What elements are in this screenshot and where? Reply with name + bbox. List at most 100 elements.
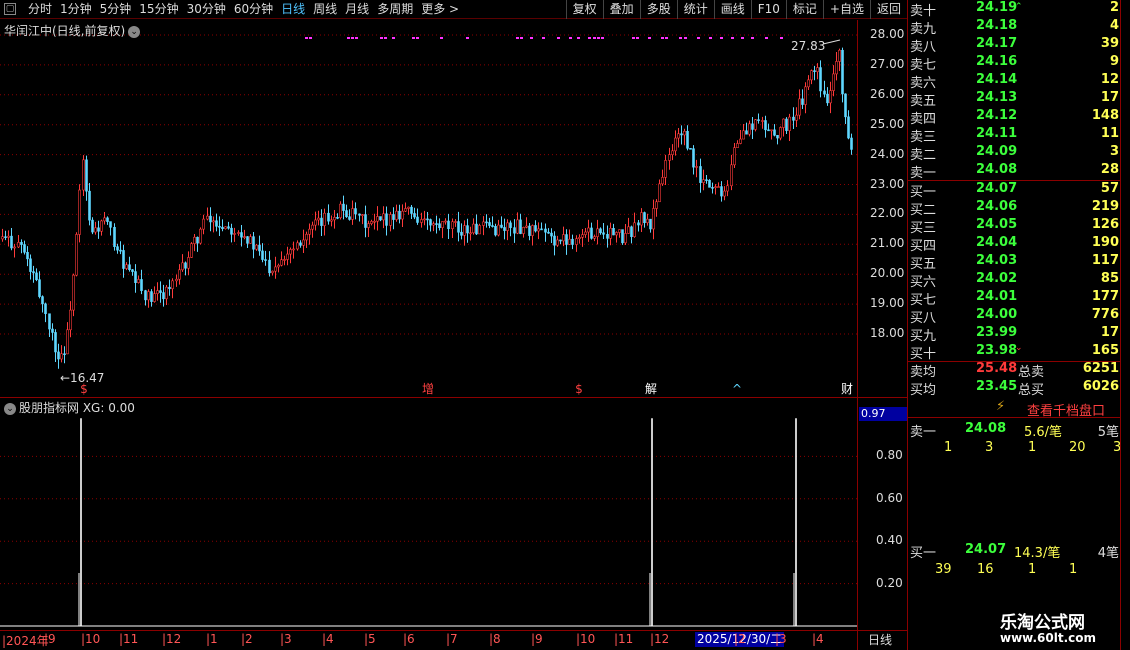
event-marker[interactable]: 财: [841, 382, 853, 396]
view-depth-link[interactable]: 查看千档盘口: [1027, 400, 1105, 419]
high-price-label: 27.83: [791, 39, 825, 53]
ask-row[interactable]: 卖七 24.16 9: [908, 54, 1121, 73]
candle-body: [382, 213, 385, 221]
event-marker[interactable]: ^: [732, 382, 742, 396]
depth-bid-order: 16: [977, 562, 994, 577]
bid-row[interactable]: 买五 24.03 117: [908, 253, 1121, 272]
indicator-tick: 0.40: [876, 533, 903, 548]
ask-row[interactable]: 卖三 24.11 11: [908, 126, 1121, 145]
period-tab[interactable]: 多周期: [373, 2, 417, 17]
bid-volume: 177: [1091, 289, 1119, 304]
high-pointer: [822, 39, 841, 45]
chart-title[interactable]: 华闰江中(日线,前复权) ⌄: [4, 22, 141, 39]
event-marker[interactable]: 解: [645, 382, 657, 396]
period-tab[interactable]: 周线: [309, 2, 341, 17]
period-tab[interactable]: 15分钟: [135, 2, 182, 17]
tool-button[interactable]: 复权: [565, 0, 603, 19]
window-menu-icon[interactable]: ▢: [4, 3, 16, 15]
depth-bid-label: 买一: [910, 546, 937, 561]
bid-row[interactable]: 买六 24.02 85: [908, 271, 1121, 290]
price-chart[interactable]: 27.83 ←16.47 $ 增 $ 解 ^ 财 华闰江中(日线,前复权) ⌄: [0, 20, 857, 397]
depth-ask-per: 5.6/笔: [1024, 425, 1063, 440]
candle-body: [175, 278, 178, 282]
signal-marker: [593, 37, 596, 39]
candle-body: [457, 221, 460, 233]
tool-button[interactable]: +自选: [822, 0, 870, 19]
period-tab[interactable]: 月线: [341, 2, 373, 17]
ask-row[interactable]: 卖五 24.13 17: [908, 90, 1121, 109]
period-label[interactable]: 日线: [857, 630, 907, 650]
ask-row[interactable]: 卖二 24.09 3: [908, 144, 1121, 163]
tool-button[interactable]: F10: [750, 0, 786, 19]
candle-body: [528, 225, 531, 236]
candle-body: [296, 242, 299, 250]
ask-row[interactable]: 卖九 24.18 4: [908, 18, 1121, 37]
ask-row[interactable]: 卖一 24.08 28: [908, 162, 1121, 181]
candle-body: [692, 148, 695, 168]
candle-body: [733, 147, 736, 166]
bid-row[interactable]: 买七 24.01 177: [908, 289, 1121, 308]
candle-body: [615, 232, 618, 236]
indicator-chart[interactable]: [0, 398, 857, 630]
chevron-down-icon[interactable]: ⌄: [4, 402, 16, 415]
period-tab[interactable]: 5分钟: [96, 2, 136, 17]
candle-body: [792, 116, 795, 121]
bid-row[interactable]: 买四 24.04 190: [908, 235, 1121, 254]
period-tab[interactable]: 日线: [277, 2, 309, 17]
avg-sell-value: 25.48: [976, 361, 1018, 376]
tool-button[interactable]: 画线: [713, 0, 751, 19]
depth-header: ⚡ 查看千档盘口: [908, 398, 1121, 419]
indicator-panel[interactable]: ⌄ 股朋指标网 XG: 0.00: [0, 398, 857, 630]
candle-body: [171, 280, 174, 290]
depth-ask-label: 卖一: [910, 425, 937, 440]
candle-body: [531, 225, 534, 236]
period-tab[interactable]: 60分钟: [230, 2, 277, 17]
tool-button[interactable]: 多股: [639, 0, 677, 19]
tool-button[interactable]: 叠加: [602, 0, 640, 19]
bid-row[interactable]: 买九 23.99 17: [908, 325, 1121, 344]
bid-row[interactable]: 买八 24.00 776: [908, 307, 1121, 326]
tool-button[interactable]: 标记: [785, 0, 823, 19]
candle-body: [268, 259, 271, 274]
candle-body: [624, 233, 627, 244]
period-tab[interactable]: 更多 >: [417, 2, 463, 17]
ask-label: 卖六: [910, 76, 937, 91]
bid-price: 24.01: [976, 289, 1018, 304]
candle-body: [544, 228, 547, 233]
candle-body: [702, 179, 705, 183]
candle-body: [823, 90, 826, 95]
candle-body: [91, 219, 94, 233]
bid-row[interactable]: 买二 24.06 219: [908, 199, 1121, 218]
signal-marker: [588, 37, 591, 39]
candlestick-chart[interactable]: 27.83←16.47$ 增 $ 解 ^ 财: [0, 20, 857, 397]
period-tab[interactable]: 分时: [24, 2, 56, 17]
event-marker[interactable]: 增: [422, 382, 434, 396]
candle-body: [649, 218, 652, 230]
ask-volume: 148: [1091, 108, 1119, 123]
candle-body: [661, 177, 664, 185]
candle-body: [271, 270, 274, 274]
ask-price: 24.11: [976, 126, 1018, 141]
candle-body: [686, 130, 689, 149]
tool-button[interactable]: 统计: [676, 0, 714, 19]
candle-body: [212, 220, 215, 223]
bid-row[interactable]: 买一 24.07 57: [908, 181, 1121, 200]
bid-row[interactable]: 买三 24.05 126: [908, 217, 1121, 236]
ask-label: 卖九: [910, 22, 937, 37]
ask-row[interactable]: 卖六 24.14 12: [908, 72, 1121, 91]
tool-button[interactable]: 返回: [869, 0, 907, 19]
candle-body: [168, 286, 171, 290]
event-marker[interactable]: $: [80, 382, 88, 396]
period-tab[interactable]: 1分钟: [56, 2, 96, 17]
period-tab[interactable]: 30分钟: [183, 2, 230, 17]
candle-body: [705, 179, 708, 181]
chevron-down-icon[interactable]: ⌄: [128, 25, 141, 38]
ask-row[interactable]: 卖四 24.12 148: [908, 108, 1121, 127]
candle-body: [243, 236, 246, 238]
candle-body: [788, 116, 791, 131]
indicator-title[interactable]: ⌄ 股朋指标网 XG: 0.00: [4, 399, 135, 416]
signal-marker: [720, 37, 723, 39]
ask-row[interactable]: 卖八 24.17 39: [908, 36, 1121, 55]
candle-body: [348, 216, 351, 220]
event-marker[interactable]: $: [575, 382, 583, 396]
